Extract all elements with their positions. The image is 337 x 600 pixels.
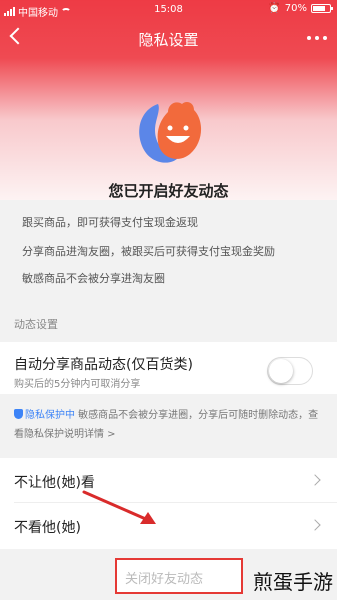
headline: 您已开启好友动态 [108, 182, 229, 200]
feature-item: 跟买商品，即可获得支付宝现金返现 [22, 216, 198, 229]
close-friend-activity-button[interactable]: 关闭好友动态 [115, 558, 243, 594]
row-label: 不看他(她) [14, 520, 81, 536]
row-dont-see[interactable]: 不看他(她) [0, 503, 337, 549]
navigation-bar: 隐私设置 [0, 20, 337, 58]
auto-share-title: 自动分享商品动态(仅百货类) [14, 357, 193, 373]
friend-activity-logo-icon [139, 102, 202, 163]
row-label: 不让他(她)看 [14, 475, 95, 491]
privacy-note[interactable]: 隐私保护中 敏感商品不会被分享进圈，分享后可随时删除动态，查看隐私保护说明详情 … [14, 406, 326, 444]
more-icon[interactable] [307, 36, 327, 40]
section-label: 动态设置 [14, 318, 58, 331]
feature-card: 您已开启好友动态 跟买商品，即可获得支付宝现金返现 分享商品进淘友圈，被跟买后可… [0, 98, 337, 300]
status-bar: 中国移动 15:08 ⏰ 70% [0, 0, 337, 20]
page-title: 隐私设置 [138, 31, 199, 49]
shield-icon [14, 409, 23, 419]
auto-share-subtitle: 购买后的5分钟内可取消分享 [14, 379, 141, 390]
feature-item: 分享商品进淘友圈，被跟买后可获得支付宝现金奖励 [22, 245, 275, 258]
chevron-right-icon [309, 474, 321, 486]
alarm-icon: ⏰ [268, 3, 281, 14]
battery-percent: 70% [284, 3, 307, 14]
battery-icon [311, 4, 333, 13]
privacy-tag: 隐私保护中 [25, 410, 75, 421]
auto-share-toggle[interactable] [267, 357, 313, 385]
row-hide-from[interactable]: 不让他(她)看 [0, 458, 337, 504]
watermark: 煎蛋手游 [253, 570, 333, 594]
status-right: ⏰ 70% [268, 3, 333, 14]
auto-share-setting: 自动分享商品动态(仅百货类) 购买后的5分钟内可取消分享 [0, 342, 337, 394]
feature-item: 敏感商品不会被分享进淘友圈 [22, 272, 165, 285]
chevron-right-icon [309, 519, 321, 531]
toggle-knob [269, 359, 293, 383]
